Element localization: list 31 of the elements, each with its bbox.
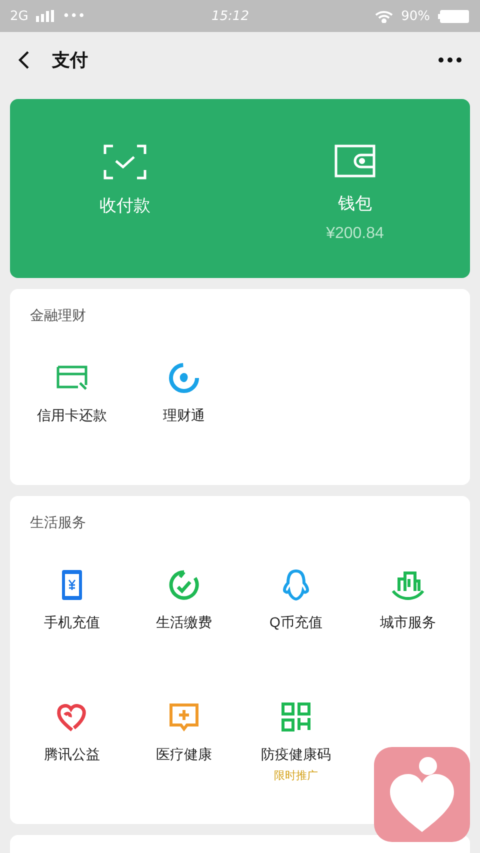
card-icon bbox=[56, 365, 88, 391]
page-title: 支付 bbox=[52, 49, 89, 72]
buildings-icon bbox=[391, 569, 425, 601]
service-item[interactable]: Q币充值 bbox=[240, 568, 352, 664]
service-item[interactable]: 生活缴费 bbox=[128, 568, 240, 664]
medical-chat-icon bbox=[168, 702, 200, 732]
penguin-icon bbox=[282, 569, 310, 601]
service-item[interactable]: 防疫健康码 限时推广 bbox=[240, 700, 352, 796]
service-item[interactable]: 城市服务 bbox=[352, 568, 464, 664]
back-icon bbox=[18, 50, 30, 70]
network-label: 2G bbox=[10, 8, 28, 24]
clock: 15:12 bbox=[210, 8, 250, 24]
more-icon bbox=[438, 57, 462, 63]
service-item[interactable]: 医疗健康 bbox=[128, 700, 240, 796]
service-item[interactable]: 信用卡还款 bbox=[16, 361, 128, 457]
section-title: 生活服务 bbox=[29, 514, 87, 532]
signal-icon bbox=[36, 10, 54, 22]
qr-code-icon bbox=[281, 702, 311, 732]
wifi-icon bbox=[375, 10, 394, 22]
section-title: 金融理财 bbox=[29, 307, 87, 325]
battery-icon bbox=[438, 8, 470, 24]
wallet-icon bbox=[334, 144, 376, 178]
heart-icon bbox=[56, 702, 88, 732]
battery-percent: 90% bbox=[401, 8, 430, 24]
scan-icon bbox=[103, 144, 147, 180]
service-item[interactable]: 理财通 bbox=[128, 361, 240, 457]
service-item[interactable]: 腾讯公益 bbox=[16, 700, 128, 796]
swirl-icon bbox=[168, 362, 200, 394]
more-notifications: ••• bbox=[62, 8, 86, 24]
phone-icon bbox=[61, 569, 83, 601]
service-item[interactable]: 手机充值 bbox=[16, 568, 128, 664]
